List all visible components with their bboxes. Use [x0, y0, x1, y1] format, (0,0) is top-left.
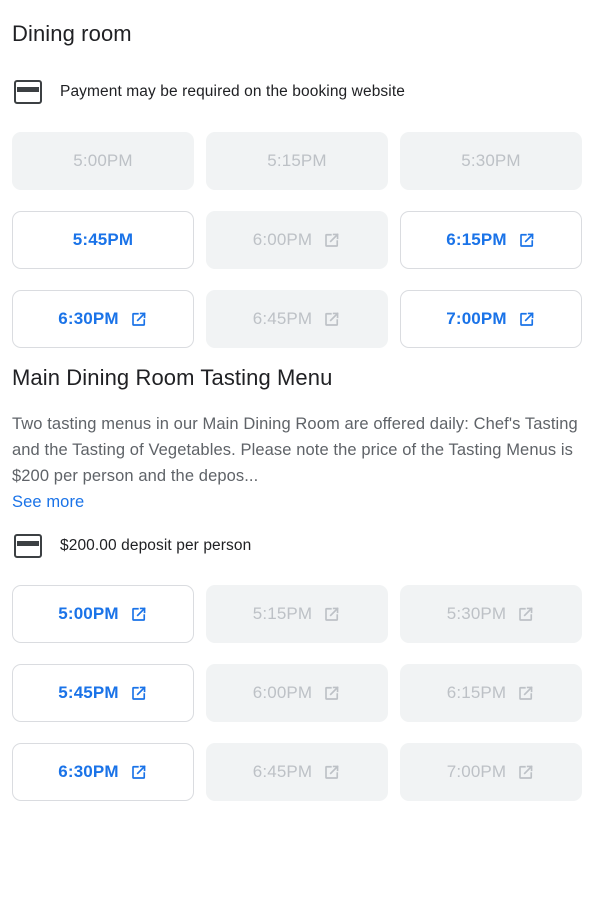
time-slot-label: 6:15PM — [446, 230, 507, 249]
time-slot-button: 7:00PM — [400, 743, 582, 801]
deposit-note: $200.00 deposit per person — [12, 528, 582, 564]
external-link-icon — [130, 310, 148, 328]
time-slot-button: 6:00PM — [206, 664, 388, 722]
time-slot-button[interactable]: 6:30PM — [12, 290, 194, 348]
external-link-icon — [323, 763, 341, 781]
time-slot-label: 6:45PM — [252, 762, 313, 781]
external-link-icon — [323, 310, 341, 328]
credit-card-icon — [12, 533, 44, 559]
time-slot-grid-dining-room: 5:00PM 5:15PM 5:30PM 5:45PM 6:00PM 6:15PM 6:… — [12, 132, 582, 348]
credit-card-icon — [12, 79, 44, 105]
reservation-slots-page: Dining room Payment may be required on t… — [0, 0, 594, 922]
external-link-icon — [518, 231, 536, 249]
time-slot-label: 7:00PM — [446, 762, 507, 781]
external-link-icon — [130, 763, 148, 781]
time-slot-label: 5:00PM — [58, 604, 119, 623]
time-slot-label: 5:15PM — [267, 151, 327, 170]
deposit-note-label: $200.00 deposit per person — [60, 537, 252, 554]
time-slot-button[interactable]: 5:45PM — [12, 664, 194, 722]
time-slot-button[interactable]: 7:00PM — [400, 290, 582, 348]
time-slot-button: 5:15PM — [206, 132, 388, 190]
time-slot-label: 5:45PM — [72, 230, 134, 249]
time-slot-label: 7:00PM — [446, 309, 507, 328]
external-link-icon — [323, 605, 341, 623]
time-slot-label: 6:30PM — [58, 309, 119, 328]
see-more-link[interactable]: See more — [12, 490, 84, 514]
payment-note: Payment may be required on the booking w… — [12, 74, 582, 110]
time-slot-label: 6:00PM — [252, 230, 313, 249]
time-slot-button[interactable]: 5:45PM — [12, 211, 194, 269]
time-slot-button[interactable]: 6:30PM — [12, 743, 194, 801]
external-link-icon — [130, 605, 148, 623]
external-link-icon — [517, 684, 535, 702]
time-slot-button: 6:45PM — [206, 290, 388, 348]
external-link-icon — [517, 605, 535, 623]
time-slot-button: 5:30PM — [400, 132, 582, 190]
time-slot-button: 6:15PM — [400, 664, 582, 722]
page-title: Dining room — [12, 21, 132, 46]
time-slot-label: 5:45PM — [58, 683, 119, 702]
external-link-icon — [517, 763, 535, 781]
time-slot-label: 5:30PM — [446, 604, 507, 623]
time-slot-label: 6:15PM — [446, 683, 507, 702]
time-slot-label: 6:00PM — [252, 683, 313, 702]
time-slot-button: 6:00PM — [206, 211, 388, 269]
time-slot-grid-tasting-menu: 5:00PM 5:15PM 5:30PM 5:45PM 6:00PM 6:15P… — [12, 585, 582, 801]
time-slot-button: 6:45PM — [206, 743, 388, 801]
time-slot-label: 5:00PM — [73, 151, 133, 170]
section-title-tasting-menu: Main Dining Room Tasting Menu — [12, 365, 333, 390]
external-link-icon — [518, 310, 536, 328]
time-slot-button[interactable]: 6:15PM — [400, 211, 582, 269]
time-slot-label: 5:15PM — [252, 604, 313, 623]
tasting-menu-description: Two tasting menus in our Main Dining Roo… — [12, 415, 578, 485]
external-link-icon — [323, 231, 341, 249]
time-slot-button: 5:15PM — [206, 585, 388, 643]
time-slot-button[interactable]: 5:00PM — [12, 585, 194, 643]
time-slot-button: 5:00PM — [12, 132, 194, 190]
time-slot-label: 6:45PM — [252, 309, 313, 328]
time-slot-label: 6:30PM — [58, 762, 119, 781]
time-slot-label: 5:30PM — [461, 151, 521, 170]
payment-note-label: Payment may be required on the booking w… — [60, 83, 405, 100]
external-link-icon — [130, 684, 148, 702]
external-link-icon — [323, 684, 341, 702]
time-slot-button: 5:30PM — [400, 585, 582, 643]
